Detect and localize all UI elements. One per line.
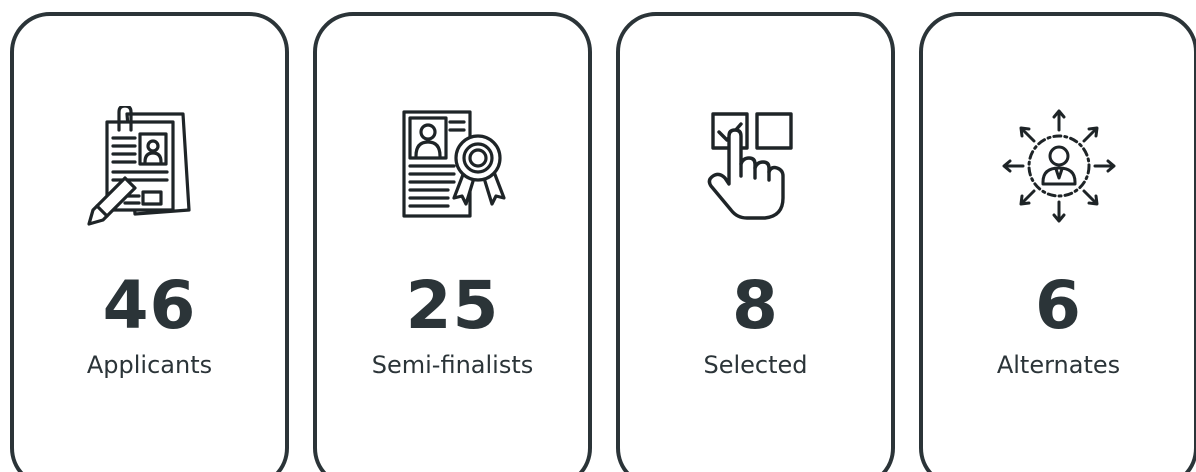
stats-panel: 46 Applicants 25 Semi-finalists 8 Select… <box>0 0 1196 472</box>
stat-card-applicants: 46 Applicants <box>10 12 289 472</box>
certificate-award-icon <box>388 106 518 226</box>
candidate-options-icon <box>994 106 1124 226</box>
selected-label: Selected <box>703 351 808 379</box>
semi-finalists-count: 25 <box>405 267 500 344</box>
stat-card-alternates: 6 Alternates <box>919 12 1196 472</box>
resume-clipboard-icon <box>85 106 215 226</box>
stat-card-selected: 8 Selected <box>616 12 895 472</box>
checkbox-select-icon <box>691 106 821 226</box>
selected-count: 8 <box>732 267 779 344</box>
stat-card-semi-finalists: 25 Semi-finalists <box>313 12 592 472</box>
applicants-count: 46 <box>102 267 197 344</box>
semi-finalists-label: Semi-finalists <box>371 351 534 379</box>
alternates-count: 6 <box>1035 267 1082 344</box>
alternates-label: Alternates <box>996 351 1121 379</box>
applicants-label: Applicants <box>86 351 213 379</box>
